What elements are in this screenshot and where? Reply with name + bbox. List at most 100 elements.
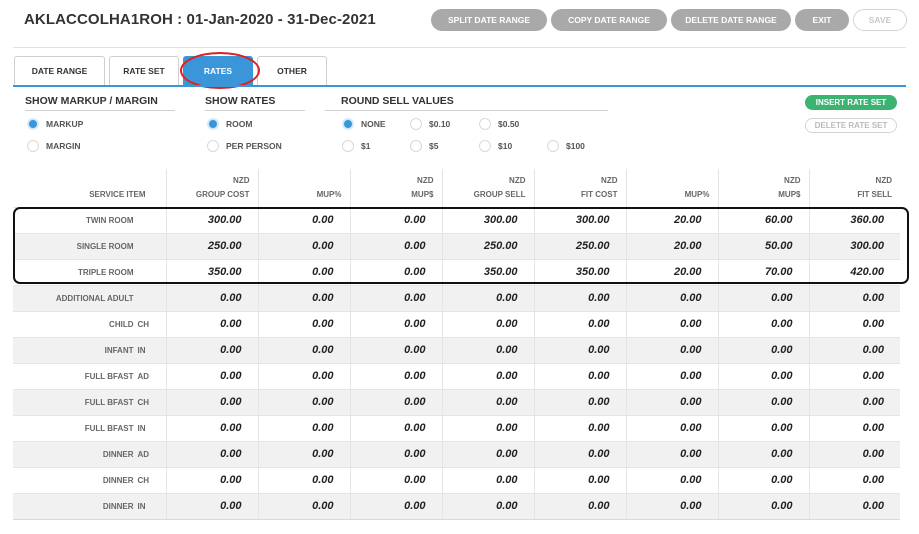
rate-value-cell[interactable]: 0.00 — [257, 492, 350, 520]
radio-room[interactable]: ROOM — [207, 118, 252, 130]
rate-value-cell[interactable]: 0.00 — [165, 440, 258, 467]
radio-round-0-50[interactable]: $0.50 — [479, 118, 519, 130]
rate-value-cell[interactable]: 0.00 — [165, 362, 258, 389]
rate-value-cell[interactable]: 0.00 — [625, 388, 718, 415]
rate-value-cell[interactable]: 0.00 — [349, 466, 442, 493]
rate-value-cell[interactable]: 0.00 — [533, 414, 626, 441]
rate-value-cell[interactable]: 0.00 — [717, 284, 809, 311]
rate-value-cell[interactable]: 0.00 — [257, 284, 350, 311]
rate-value-cell[interactable]: 0.00 — [441, 492, 534, 520]
rate-value-cell[interactable]: 0.00 — [533, 362, 626, 389]
rate-value-cell[interactable]: 300.00 — [533, 206, 626, 233]
tab-rate-set[interactable]: RATE SET — [109, 56, 179, 85]
rate-value-cell[interactable]: 0.00 — [349, 336, 442, 363]
rate-value-cell[interactable]: 0.00 — [441, 310, 534, 337]
rate-value-cell[interactable]: 20.00 — [625, 206, 718, 233]
rate-value-cell[interactable]: 0.00 — [349, 206, 442, 233]
radio-round-5[interactable]: $5 — [410, 140, 438, 152]
rate-value-cell[interactable]: 0.00 — [165, 310, 258, 337]
rate-value-cell[interactable]: 0.00 — [717, 388, 809, 415]
rate-value-cell[interactable]: 0.00 — [165, 414, 258, 441]
rate-value-cell[interactable]: 0.00 — [165, 336, 258, 363]
rate-value-cell[interactable]: 0.00 — [625, 284, 718, 311]
rate-value-cell[interactable]: 0.00 — [533, 388, 626, 415]
rate-value-cell[interactable]: 350.00 — [441, 258, 534, 285]
rate-value-cell[interactable]: 0.00 — [441, 388, 534, 415]
rate-value-cell[interactable]: 0.00 — [717, 362, 809, 389]
insert-rate-set-button[interactable]: INSERT RATE SET — [805, 95, 897, 110]
rate-value-cell[interactable]: 0.00 — [533, 466, 626, 493]
rate-value-cell[interactable]: 0.00 — [808, 440, 900, 467]
rate-value-cell[interactable]: 0.00 — [625, 362, 718, 389]
rate-value-cell[interactable]: 0.00 — [441, 362, 534, 389]
rate-value-cell[interactable]: 0.00 — [349, 388, 442, 415]
rate-value-cell[interactable]: 0.00 — [533, 336, 626, 363]
rate-value-cell[interactable]: 250.00 — [441, 232, 534, 259]
radio-round-10[interactable]: $10 — [479, 140, 512, 152]
rate-value-cell[interactable]: 0.00 — [717, 440, 809, 467]
rate-value-cell[interactable]: 0.00 — [257, 206, 350, 233]
copy-date-range-button[interactable]: COPY DATE RANGE — [551, 9, 667, 31]
rate-value-cell[interactable]: 0.00 — [165, 284, 258, 311]
rate-value-cell[interactable]: 0.00 — [717, 336, 809, 363]
rate-value-cell[interactable]: 0.00 — [257, 232, 350, 259]
rate-value-cell[interactable]: 0.00 — [808, 388, 900, 415]
rate-value-cell[interactable]: 0.00 — [165, 466, 258, 493]
rate-value-cell[interactable]: 0.00 — [349, 232, 442, 259]
rate-value-cell[interactable]: 0.00 — [349, 284, 442, 311]
rate-value-cell[interactable]: 0.00 — [717, 466, 809, 493]
rate-value-cell[interactable]: 0.00 — [533, 492, 626, 520]
rate-value-cell[interactable]: 350.00 — [165, 258, 258, 285]
rate-value-cell[interactable]: 0.00 — [808, 362, 900, 389]
rate-value-cell[interactable]: 0.00 — [349, 492, 442, 520]
rate-value-cell[interactable]: 300.00 — [165, 206, 258, 233]
rate-value-cell[interactable]: 0.00 — [441, 440, 534, 467]
rate-value-cell[interactable]: 0.00 — [257, 362, 350, 389]
rate-value-cell[interactable]: 0.00 — [717, 414, 809, 441]
rate-value-cell[interactable]: 20.00 — [625, 232, 718, 259]
rate-value-cell[interactable]: 0.00 — [717, 492, 809, 520]
radio-per-person[interactable]: PER PERSON — [207, 140, 282, 152]
rate-value-cell[interactable]: 0.00 — [625, 440, 718, 467]
rate-value-cell[interactable]: 60.00 — [717, 206, 809, 233]
rate-value-cell[interactable]: 0.00 — [625, 466, 718, 493]
rate-value-cell[interactable]: 0.00 — [257, 440, 350, 467]
rate-value-cell[interactable]: 0.00 — [165, 388, 258, 415]
rate-value-cell[interactable]: 250.00 — [533, 232, 626, 259]
radio-round-0-10[interactable]: $0.10 — [410, 118, 450, 130]
rate-value-cell[interactable]: 0.00 — [441, 414, 534, 441]
rate-value-cell[interactable]: 0.00 — [808, 284, 900, 311]
rate-value-cell[interactable]: 0.00 — [165, 492, 258, 520]
radio-round-1[interactable]: $1 — [342, 140, 370, 152]
rate-value-cell[interactable]: 0.00 — [441, 284, 534, 311]
rate-value-cell[interactable]: 0.00 — [533, 284, 626, 311]
rate-value-cell[interactable]: 0.00 — [441, 466, 534, 493]
rate-value-cell[interactable]: 20.00 — [625, 258, 718, 285]
radio-round-100[interactable]: $100 — [547, 140, 585, 152]
rate-value-cell[interactable]: 0.00 — [808, 466, 900, 493]
rate-value-cell[interactable]: 0.00 — [533, 310, 626, 337]
radio-round-none[interactable]: NONE — [342, 118, 386, 130]
split-date-range-button[interactable]: SPLIT DATE RANGE — [431, 9, 547, 31]
rate-value-cell[interactable]: 0.00 — [349, 258, 442, 285]
rate-value-cell[interactable]: 0.00 — [625, 414, 718, 441]
delete-rate-set-button[interactable]: DELETE RATE SET — [805, 118, 897, 133]
tab-date-range[interactable]: DATE RANGE — [14, 56, 105, 85]
rate-value-cell[interactable]: 0.00 — [257, 258, 350, 285]
rate-value-cell[interactable]: 0.00 — [808, 310, 900, 337]
rate-value-cell[interactable]: 300.00 — [808, 232, 900, 259]
save-button[interactable]: SAVE — [853, 9, 907, 31]
rate-value-cell[interactable]: 0.00 — [257, 414, 350, 441]
exit-button[interactable]: EXIT — [795, 9, 849, 31]
rate-value-cell[interactable]: 50.00 — [717, 232, 809, 259]
rate-value-cell[interactable]: 0.00 — [257, 310, 350, 337]
rate-value-cell[interactable]: 0.00 — [257, 336, 350, 363]
rate-value-cell[interactable]: 0.00 — [625, 492, 718, 520]
rate-value-cell[interactable]: 0.00 — [808, 492, 900, 520]
rate-value-cell[interactable]: 0.00 — [625, 310, 718, 337]
rate-value-cell[interactable]: 0.00 — [349, 362, 442, 389]
rate-value-cell[interactable]: 0.00 — [349, 414, 442, 441]
rate-value-cell[interactable]: 0.00 — [441, 336, 534, 363]
delete-date-range-button[interactable]: DELETE DATE RANGE — [671, 9, 791, 31]
rate-value-cell[interactable]: 420.00 — [808, 258, 900, 285]
